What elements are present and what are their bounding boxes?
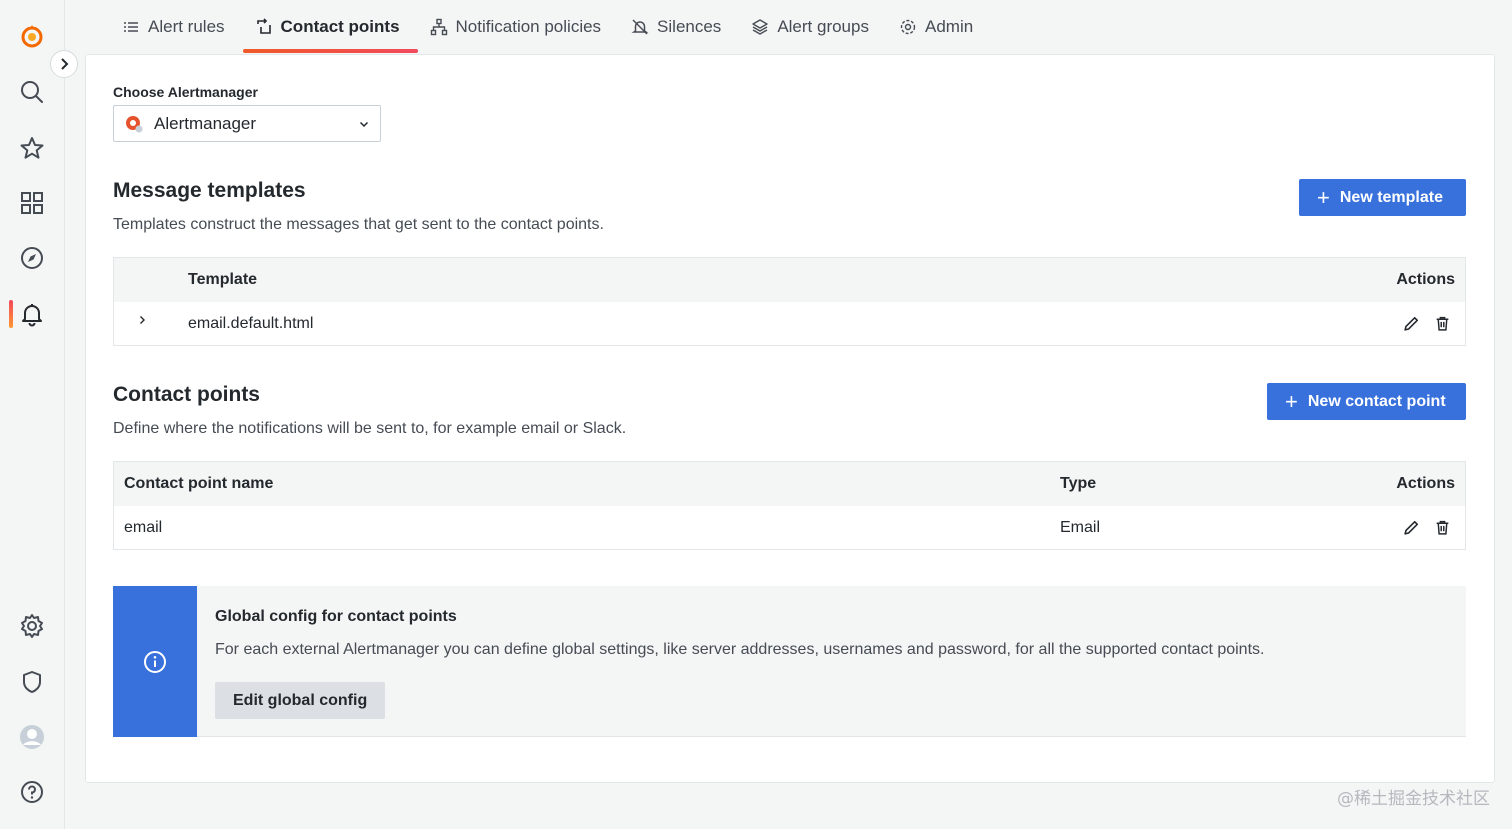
layer-group-icon xyxy=(752,19,769,35)
list-icon xyxy=(124,22,138,32)
grafana-logo-icon[interactable] xyxy=(14,18,50,54)
help-icon[interactable] xyxy=(14,775,50,811)
tab-label: Notification policies xyxy=(455,17,602,36)
contact-point-type: Email xyxy=(1060,518,1101,536)
info-side-bar xyxy=(113,586,197,737)
search-icon[interactable] xyxy=(14,74,50,110)
contact-points-icon xyxy=(256,18,271,34)
info-circle-icon xyxy=(144,650,166,673)
global-config-title: Global config for contact points xyxy=(215,608,457,625)
sidebar xyxy=(0,0,65,829)
templates-table-header: Template Actions xyxy=(114,258,1465,302)
new-contact-point-label: New contact point xyxy=(1307,392,1446,410)
actions-column-header: Actions xyxy=(1396,271,1455,288)
plus-icon: + xyxy=(1285,388,1298,414)
tab-label: Alert groups xyxy=(777,17,869,36)
global-config-alert: Global config for contact points For eac… xyxy=(113,586,1466,737)
edit-pen-icon[interactable] xyxy=(1403,315,1420,332)
template-name: email.default.html xyxy=(188,314,314,332)
contact-points-description: Define where the notifications will be s… xyxy=(113,420,627,437)
contact-points-panel: Choose Alertmanager Alertmanager Message… xyxy=(85,54,1495,783)
plus-icon: + xyxy=(1317,184,1330,210)
template-column-header: Template xyxy=(188,271,258,288)
templates-table: Template Actions email.default.html xyxy=(113,257,1466,346)
alertmanager-select[interactable]: Alertmanager xyxy=(113,105,381,142)
tab-label: Contact points xyxy=(280,17,400,36)
edit-pen-icon[interactable] xyxy=(1403,519,1420,536)
actions-column-header: Actions xyxy=(1396,475,1455,492)
tab-label: Silences xyxy=(657,17,722,36)
contact-points-table: Contact point name Type Actions email Em… xyxy=(113,461,1466,550)
star-icon[interactable] xyxy=(14,130,50,166)
bell-slash-icon xyxy=(631,19,649,35)
alertmanager-label: Choose Alertmanager xyxy=(113,84,258,100)
tab-contact-points[interactable]: Contact points xyxy=(242,0,418,54)
active-indicator xyxy=(9,300,13,328)
type-column-header: Type xyxy=(1060,475,1097,492)
new-template-label: New template xyxy=(1339,188,1443,206)
user-avatar-icon[interactable] xyxy=(14,719,50,755)
tab-label: Alert rules xyxy=(148,17,225,36)
tab-silences[interactable]: Silences xyxy=(619,0,739,54)
shield-icon[interactable] xyxy=(14,664,50,700)
contact-point-name: email xyxy=(124,518,163,536)
sitemap-icon xyxy=(430,18,447,36)
cog-icon xyxy=(900,19,916,35)
expand-row-icon[interactable] xyxy=(136,313,148,331)
tab-alert-groups[interactable]: Alert groups xyxy=(739,0,887,54)
contact-points-title: Contact points xyxy=(113,383,260,406)
alertmanager-select-value: Alertmanager xyxy=(154,113,257,133)
templates-description: Templates construct the messages that ge… xyxy=(113,216,604,233)
alerting-tabs: Alert rules Contact points Notification … xyxy=(110,0,991,54)
chevron-down-icon xyxy=(359,121,369,127)
tab-notification-policies[interactable]: Notification policies xyxy=(418,0,620,54)
table-row: email Email xyxy=(114,506,1465,549)
tab-label: Admin xyxy=(924,17,974,36)
configuration-gear-icon[interactable] xyxy=(14,608,50,644)
sidebar-expand-button[interactable] xyxy=(50,50,78,78)
chevron-right-icon xyxy=(61,58,69,70)
tab-alert-rules[interactable]: Alert rules xyxy=(110,0,243,54)
new-contact-point-button[interactable]: + New contact point xyxy=(1267,383,1466,420)
dashboards-icon[interactable] xyxy=(14,185,50,221)
contact-points-table-header: Contact point name Type Actions xyxy=(114,462,1465,506)
alertmanager-logo-icon xyxy=(126,115,143,132)
tab-admin[interactable]: Admin xyxy=(887,0,991,54)
watermark: @稀土掘金技术社区 xyxy=(1337,789,1490,809)
contact-point-name-column-header: Contact point name xyxy=(124,475,274,492)
templates-title: Message templates xyxy=(113,179,306,202)
row-actions xyxy=(1403,519,1451,536)
row-actions xyxy=(1403,315,1451,332)
new-template-button[interactable]: + New template xyxy=(1299,179,1466,216)
trash-icon[interactable] xyxy=(1434,519,1451,536)
alerting-bell-icon[interactable] xyxy=(14,296,50,332)
explore-compass-icon[interactable] xyxy=(14,240,50,276)
trash-icon[interactable] xyxy=(1434,315,1451,332)
edit-global-config-button[interactable]: Edit global config xyxy=(215,682,386,719)
table-row: email.default.html xyxy=(114,302,1465,345)
global-config-text: For each external Alertmanager you can d… xyxy=(215,641,1265,658)
